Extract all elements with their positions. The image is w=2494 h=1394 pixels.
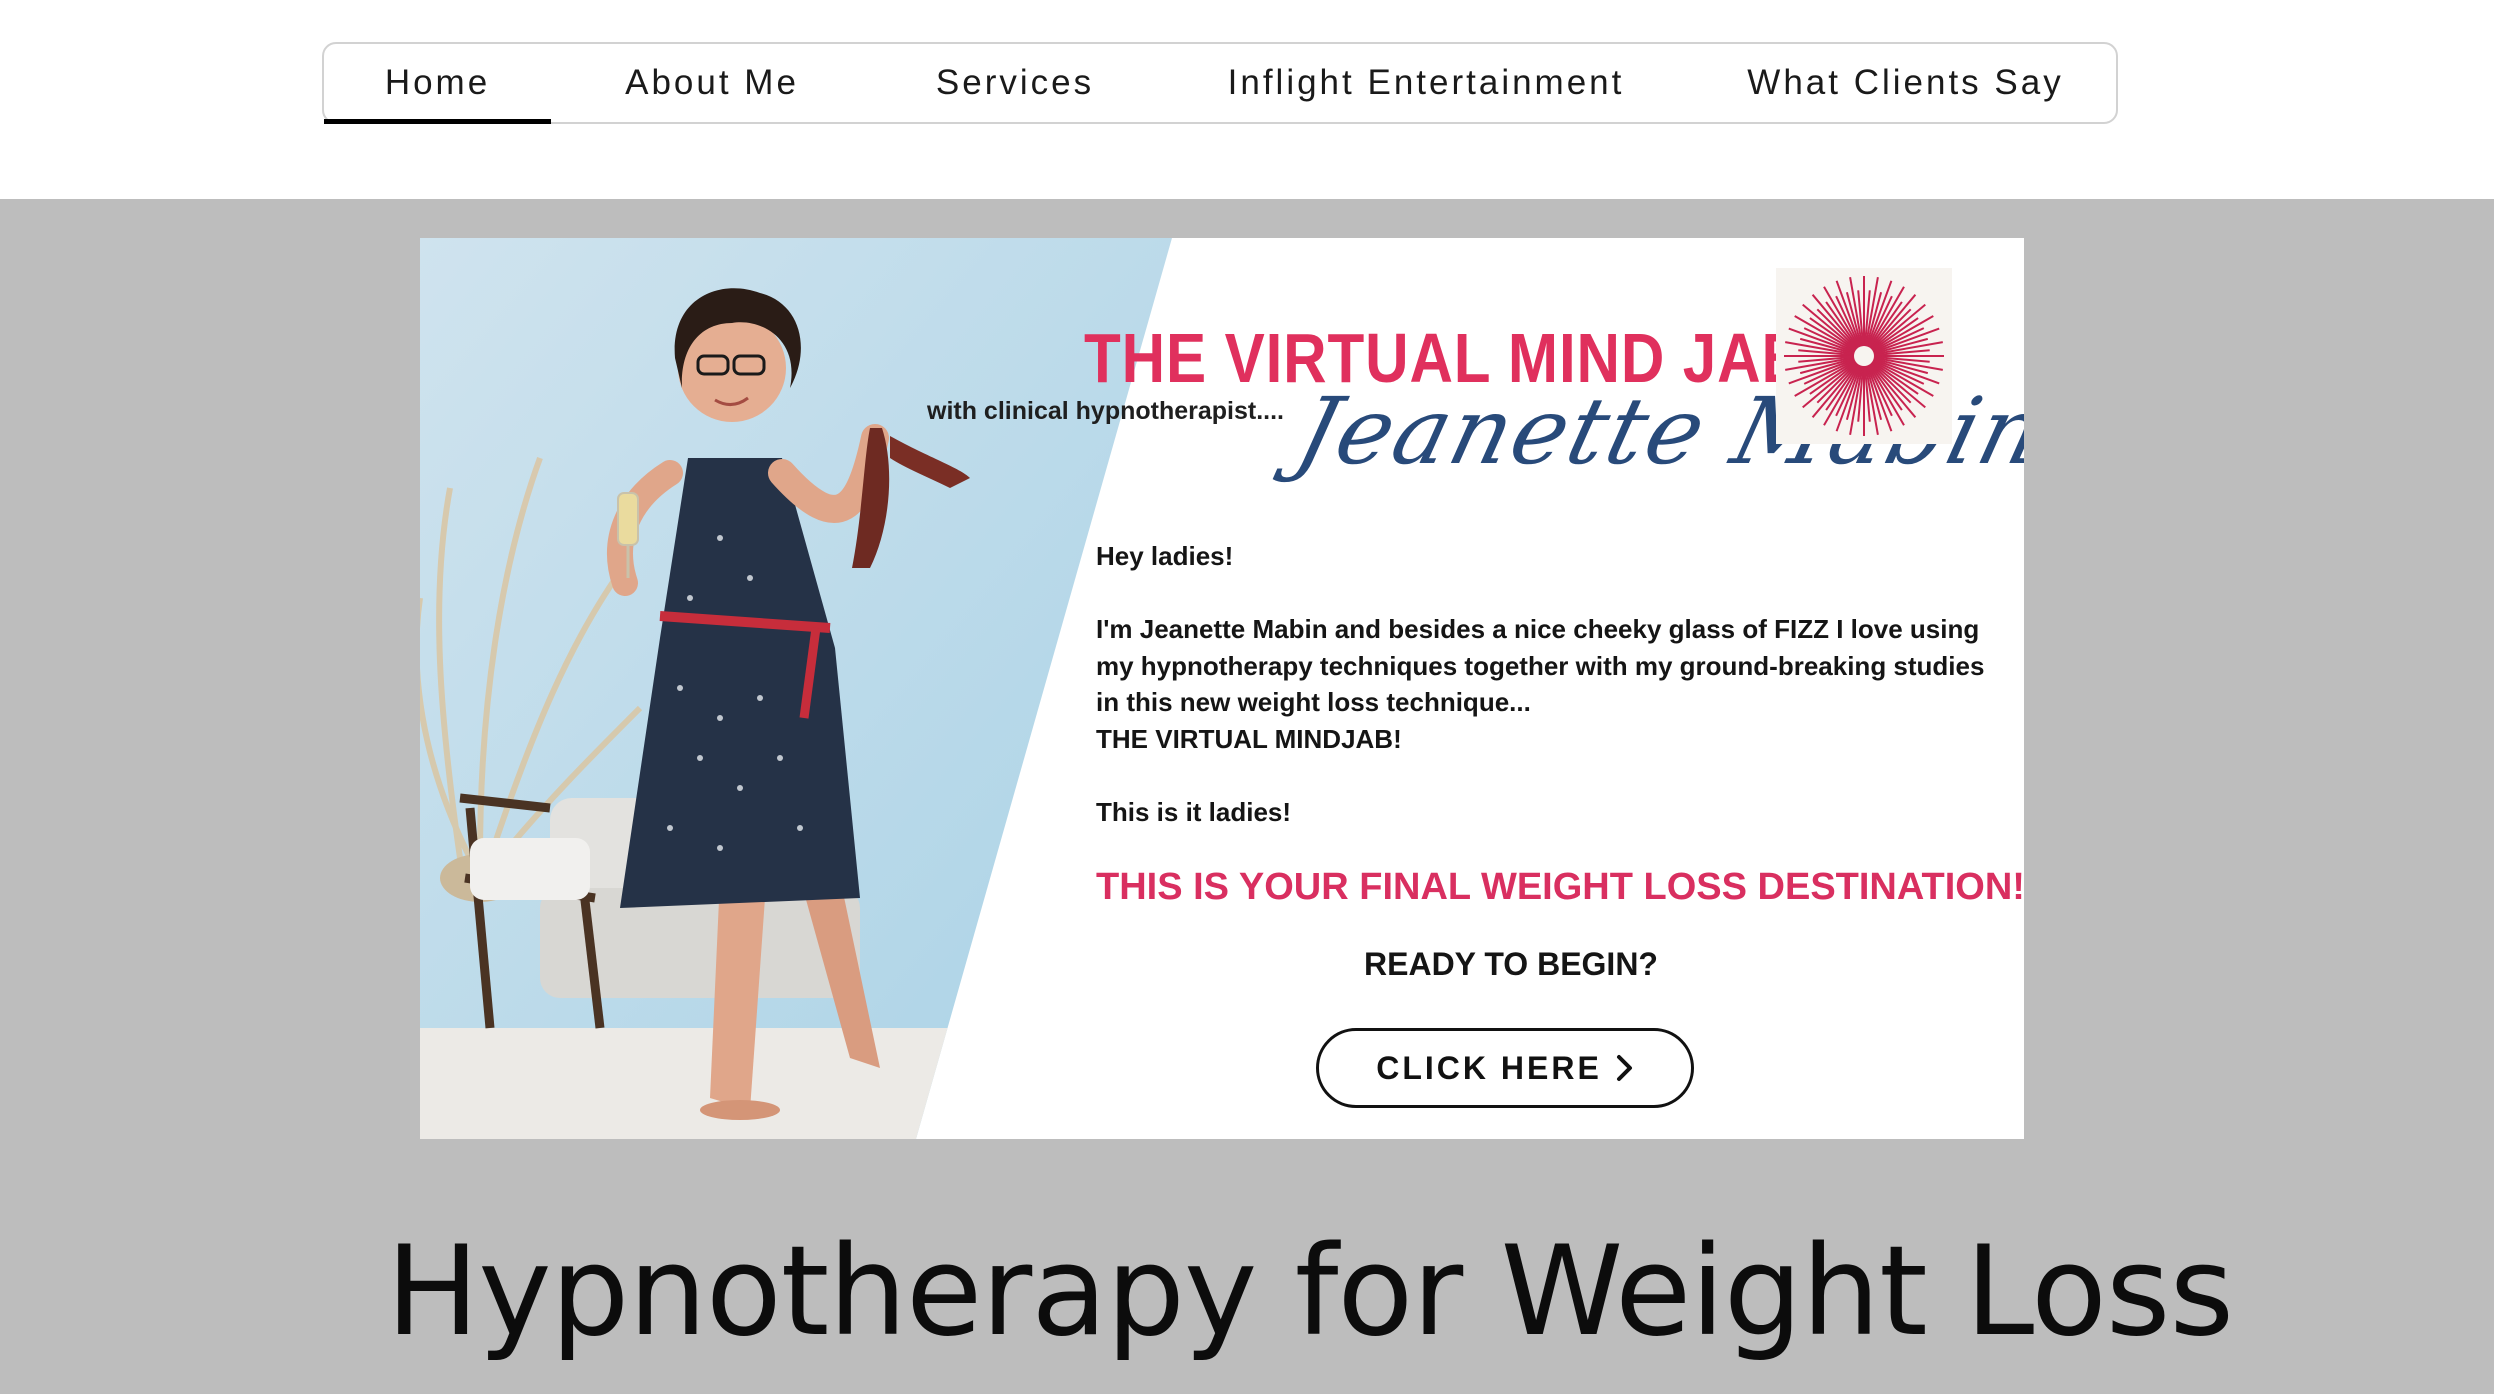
nav-item-services[interactable]: Services: [873, 44, 1157, 122]
nav-item-label: Home: [384, 63, 491, 102]
main-navigation: Home About Me Services Inflight Entertai…: [322, 42, 2118, 124]
nav-item-home[interactable]: Home: [324, 44, 551, 124]
nav-item-label: Services: [935, 63, 1095, 102]
banner-subtitle: with clinical hypnotherapist....: [927, 397, 1284, 425]
page-title: Hypnotherapy for Weight Loss: [386, 1220, 2234, 1364]
nav-item-inflight-entertainment[interactable]: Inflight Entertainment: [1157, 44, 1695, 122]
body-line: This is it ladies!: [1096, 796, 1292, 827]
starburst-logo: [1776, 268, 1952, 444]
nav-item-label: What Clients Say: [1747, 63, 2064, 102]
hero-banner[interactable]: THE VIRTUAL MIND JAB with clinical hypno…: [420, 238, 2024, 1139]
banner-body-text: Hey ladies! I'm Jeanette Mabin and besid…: [1096, 538, 1996, 830]
cta-label: CLICK HERE: [1376, 1049, 1602, 1086]
banner-headline: THIS IS YOUR FINAL WEIGHT LOSS DESTINATI…: [1096, 866, 2024, 908]
body-line: Hey ladies!: [1096, 541, 1234, 571]
nav-item-label: Inflight Entertainment: [1227, 63, 1625, 102]
chevron-right-icon: [1616, 1055, 1632, 1081]
nav-item-about-me[interactable]: About Me: [551, 44, 873, 122]
click-here-button[interactable]: CLICK HERE: [1316, 1028, 1694, 1108]
nav-item-label: About Me: [625, 63, 799, 102]
body-line: in this new weight loss technique...: [1096, 687, 1531, 717]
ready-prompt: READY TO BEGIN?: [1364, 946, 1658, 982]
body-line: my hypnotherapy techniques together with…: [1096, 650, 1985, 681]
body-line: I'm Jeanette Mabin and besides a nice ch…: [1096, 614, 1980, 644]
nav-item-what-clients-say[interactable]: What Clients Say: [1695, 44, 2116, 122]
body-line: THE VIRTUAL MINDJAB!: [1096, 723, 1402, 754]
